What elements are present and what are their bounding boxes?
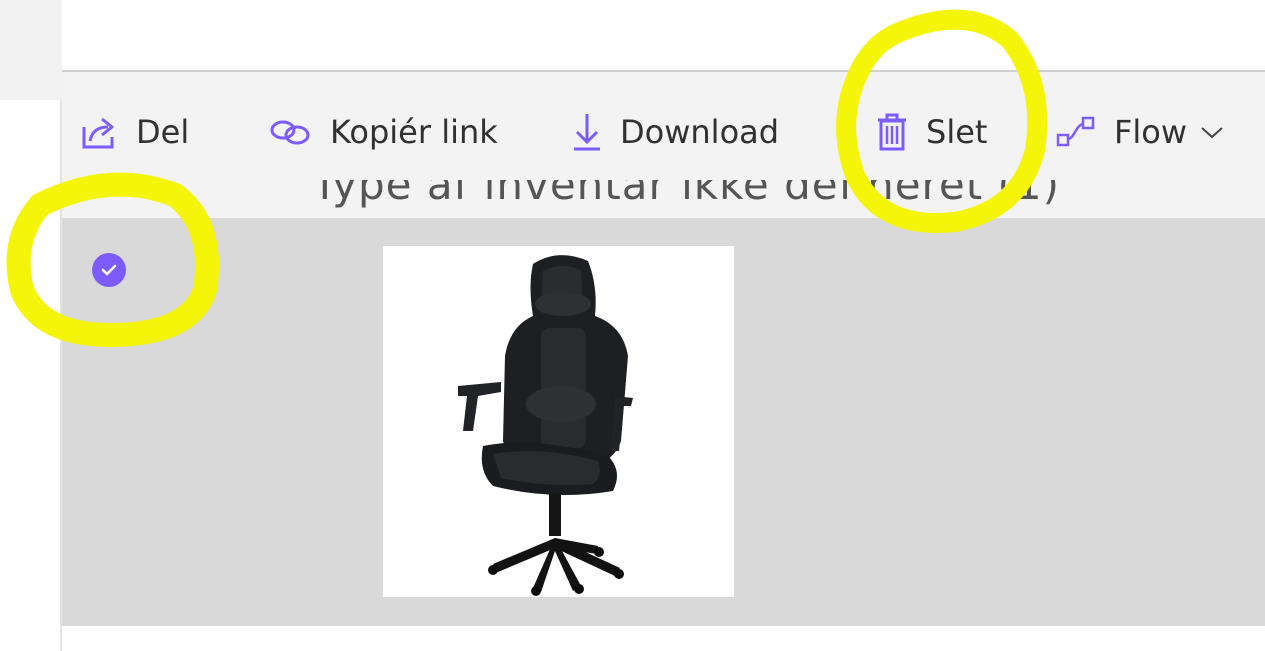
delete-button[interactable]: Slet bbox=[876, 110, 987, 154]
item-thumbnail[interactable] bbox=[383, 246, 734, 597]
trash-icon bbox=[876, 112, 908, 152]
flow-button[interactable]: Flow bbox=[1056, 110, 1225, 154]
share-button[interactable]: Del bbox=[80, 110, 189, 154]
download-icon bbox=[572, 112, 602, 152]
copy-link-label: Kopiér link bbox=[330, 113, 498, 151]
download-label: Download bbox=[620, 113, 780, 151]
chevron-down-icon bbox=[1199, 122, 1225, 142]
download-button[interactable]: Download bbox=[572, 110, 779, 154]
link-icon bbox=[268, 113, 312, 151]
share-label: Del bbox=[136, 113, 190, 151]
screenshot-root: Type af inventar ikke defineret (1) Del bbox=[0, 0, 1265, 651]
share-icon bbox=[80, 113, 118, 151]
command-bar: Del Kopiér link Download Slet Flow bbox=[62, 70, 1265, 180]
row-checkbox[interactable] bbox=[92, 253, 126, 287]
flow-label: Flow bbox=[1114, 113, 1188, 151]
top-left-panel bbox=[0, 0, 62, 100]
gaming-chair-image bbox=[458, 255, 633, 596]
flow-icon bbox=[1056, 115, 1096, 149]
check-icon bbox=[101, 261, 117, 280]
delete-label: Slet bbox=[926, 113, 988, 151]
copy-link-button[interactable]: Kopiér link bbox=[268, 110, 498, 154]
